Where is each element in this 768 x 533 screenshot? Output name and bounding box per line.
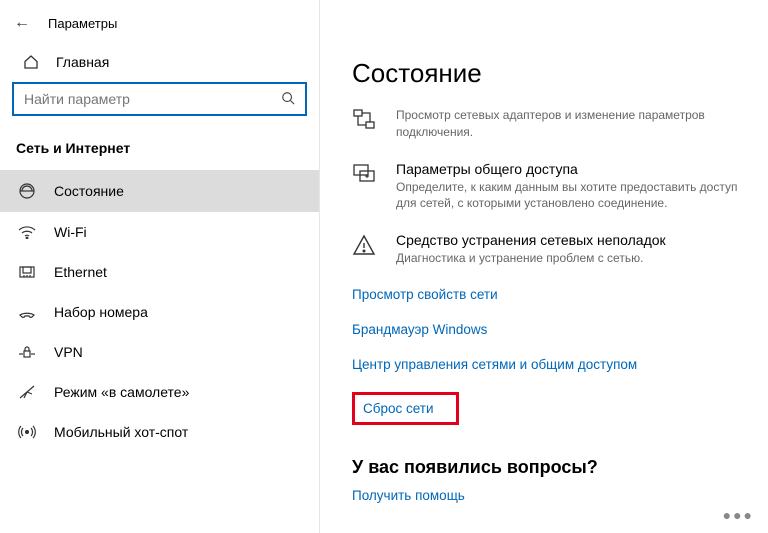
home-icon [22, 54, 40, 70]
warning-icon [352, 232, 378, 256]
link-properties[interactable]: Просмотр свойств сети [352, 287, 498, 302]
category-title: Сеть и Интернет [0, 134, 319, 170]
search-wrap [0, 82, 319, 134]
sidebar-item-wifi[interactable]: Wi-Fi [0, 212, 319, 252]
link-center[interactable]: Центр управления сетями и общим доступом [352, 357, 637, 372]
search-box[interactable] [12, 82, 307, 116]
link-reset[interactable]: Сброс сети [363, 401, 434, 416]
wifi-icon [18, 225, 36, 239]
sidebar-item-label: Мобильный хот-спот [54, 424, 188, 440]
link-firewall[interactable]: Брандмауэр Windows [352, 322, 487, 337]
adapter-icon [352, 107, 378, 129]
row-adapters-desc: Просмотр сетевых адаптеров и изменение п… [396, 107, 760, 141]
row-troubleshoot-text: Средство устранения сетевых неполадок Ди… [396, 232, 666, 267]
row-troubleshoot-desc: Диагностика и устранение проблем с сетью… [396, 250, 666, 267]
questions-heading: У вас появились вопросы? [352, 457, 760, 478]
main-pane: Состояние Просмотр сетевых адаптеров и и… [320, 0, 768, 533]
titlebar: ← Параметры [0, 8, 319, 44]
home-row[interactable]: Главная [0, 44, 319, 82]
hotspot-icon [18, 424, 36, 440]
back-arrow-icon[interactable]: ← [14, 14, 30, 32]
sharing-icon [352, 161, 378, 183]
sidebar-item-label: Wi-Fi [54, 224, 87, 240]
status-icon [18, 182, 36, 200]
vpn-icon [18, 345, 36, 359]
page-title: Состояние [352, 58, 760, 89]
sidebar-item-label: Режим «в самолете» [54, 384, 189, 400]
sidebar-item-label: Ethernet [54, 264, 107, 280]
row-sharing-heading: Параметры общего доступа [396, 161, 760, 177]
sidebar-item-ethernet[interactable]: Ethernet [0, 252, 319, 292]
search-input[interactable] [24, 91, 281, 107]
home-label: Главная [56, 54, 109, 70]
sidebar-item-label: VPN [54, 344, 83, 360]
row-sharing[interactable]: Параметры общего доступа Определите, к к… [352, 161, 760, 213]
sidebar-item-airplane[interactable]: Режим «в самолете» [0, 372, 319, 412]
row-sharing-desc: Определите, к каким данным вы хотите пре… [396, 179, 760, 213]
sidebar-item-status[interactable]: Состояние [0, 170, 319, 212]
sidebar-item-label: Набор номера [54, 304, 148, 320]
dialup-icon [18, 305, 36, 319]
row-adapters[interactable]: Просмотр сетевых адаптеров и изменение п… [352, 107, 760, 141]
row-adapters-text: Просмотр сетевых адаптеров и изменение п… [396, 107, 760, 141]
row-troubleshoot-heading: Средство устранения сетевых неполадок [396, 232, 666, 248]
airplane-icon [18, 384, 36, 400]
search-icon [281, 91, 295, 108]
sidebar-item-vpn[interactable]: VPN [0, 332, 319, 372]
row-troubleshoot[interactable]: Средство устранения сетевых неполадок Ди… [352, 232, 760, 267]
sidebar-item-label: Состояние [54, 183, 124, 199]
reset-highlight-box: Сброс сети [352, 392, 459, 425]
window-title: Параметры [48, 16, 117, 31]
ethernet-icon [18, 265, 36, 279]
link-help[interactable]: Получить помощь [352, 488, 465, 503]
sidebar-item-dialup[interactable]: Набор номера [0, 292, 319, 332]
row-sharing-text: Параметры общего доступа Определите, к к… [396, 161, 760, 213]
sidebar: ← Параметры Главная Сеть и Интернет Сост… [0, 0, 320, 533]
sidebar-item-hotspot[interactable]: Мобильный хот-спот [0, 412, 319, 452]
more-dots-icon: ●●● [723, 507, 754, 523]
